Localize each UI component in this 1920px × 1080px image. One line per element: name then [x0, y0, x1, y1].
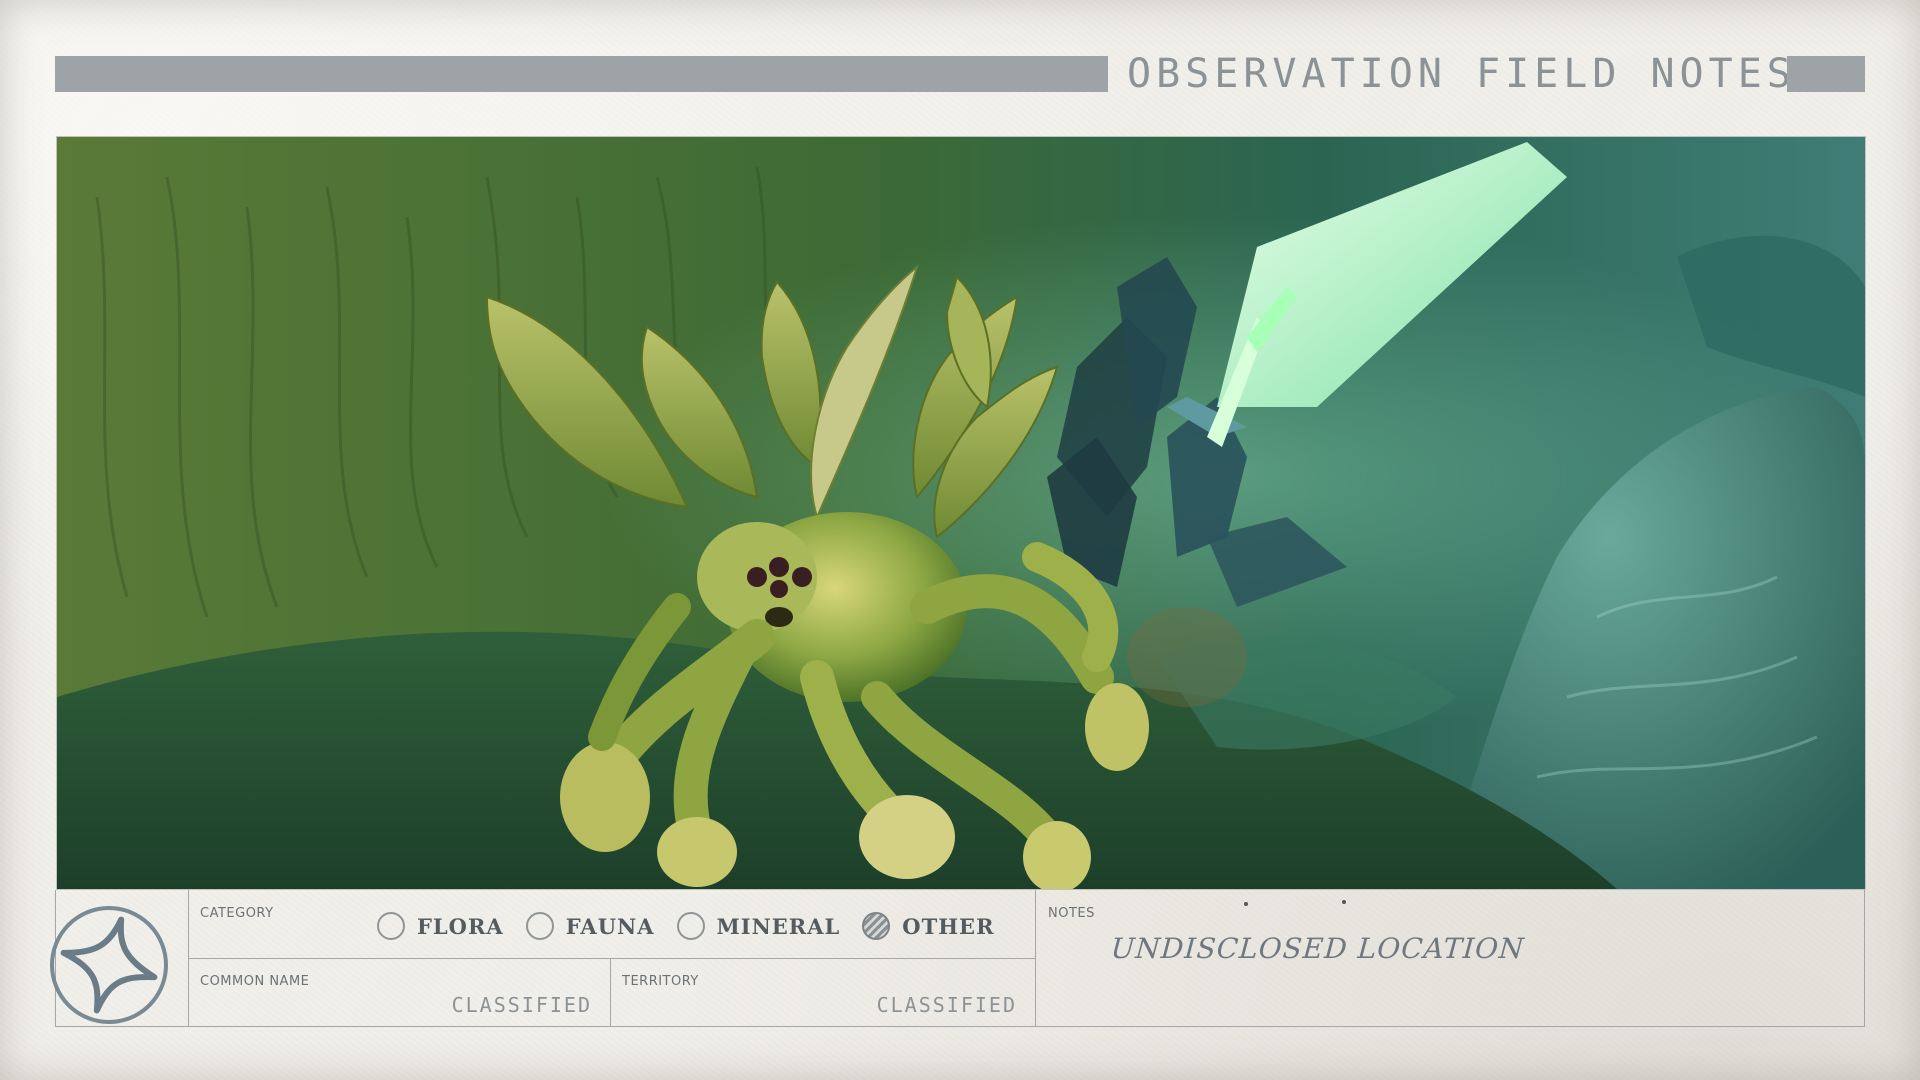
- option-flora[interactable]: FLORA: [377, 912, 504, 940]
- info-panel: CATEGORY FLORA FAUNA MINERAL OTHER COMMO…: [50, 890, 1867, 1027]
- radio-fauna[interactable]: [525, 912, 554, 940]
- ink-dot: [1244, 902, 1248, 906]
- category-options: FLORA FAUNA MINERAL OTHER: [377, 912, 1017, 940]
- option-label-flora: FLORA: [417, 913, 504, 939]
- header: OBSERVATION FIELD NOTES: [55, 52, 1865, 96]
- notes-value: UNDISCLOSED LOCATION: [1109, 932, 1526, 965]
- category-label: CATEGORY: [200, 906, 274, 921]
- page-title: OBSERVATION FIELD NOTES: [1127, 51, 1796, 97]
- option-other[interactable]: OTHER: [862, 912, 994, 940]
- radio-other-selected[interactable]: [862, 912, 891, 940]
- header-bar-left: [55, 56, 1108, 92]
- option-label-other: OTHER: [902, 913, 995, 939]
- logo-cell: [50, 890, 189, 1027]
- notes-label: NOTES: [1048, 906, 1095, 921]
- creature-photo: [56, 136, 1866, 890]
- territory-value: CLASSIFIED: [876, 993, 1017, 1017]
- header-bar-right: [1787, 56, 1865, 92]
- common-name-value: CLASSIFIED: [451, 993, 592, 1017]
- option-label-mineral: MINERAL: [716, 913, 841, 939]
- common-name-field: COMMON NAME CLASSIFIED: [188, 958, 611, 1027]
- ink-dot: [1342, 900, 1346, 904]
- category-field: CATEGORY FLORA FAUNA MINERAL OTHER: [188, 890, 1035, 959]
- option-label-fauna: FAUNA: [565, 913, 655, 939]
- option-mineral[interactable]: MINERAL: [676, 912, 841, 940]
- territory-field: TERRITORY CLASSIFIED: [610, 958, 1035, 1027]
- four-point-star-emblem-icon: [50, 906, 168, 1024]
- notes-field: NOTES UNDISCLOSED LOCATION: [1035, 890, 1867, 1027]
- radio-mineral[interactable]: [676, 912, 705, 940]
- territory-label: TERRITORY: [622, 974, 699, 989]
- option-fauna[interactable]: FAUNA: [525, 912, 655, 940]
- radio-flora[interactable]: [377, 912, 405, 940]
- common-name-label: COMMON NAME: [200, 974, 310, 989]
